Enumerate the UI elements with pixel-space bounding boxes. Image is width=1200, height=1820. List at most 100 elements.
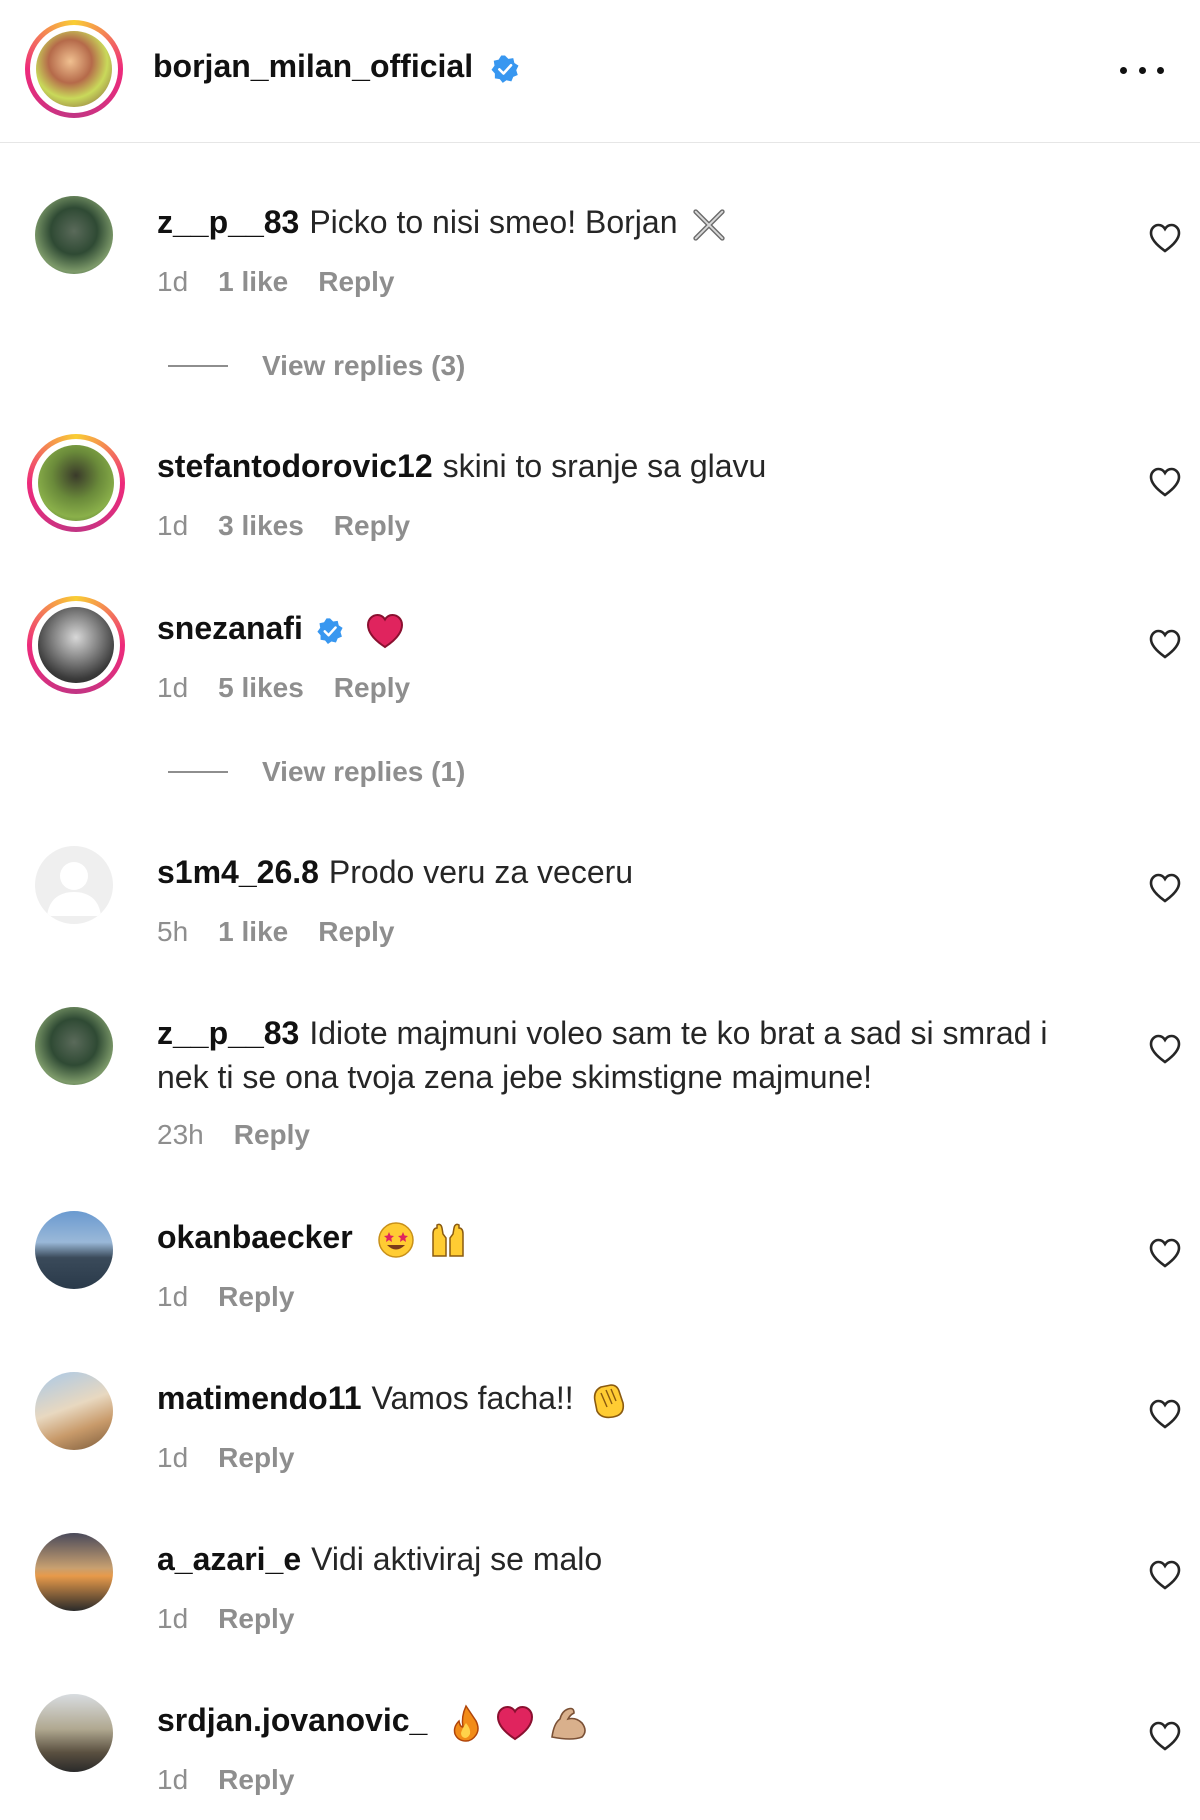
crossed-swords-icon: [693, 208, 726, 241]
commenter-avatar[interactable]: [35, 1694, 113, 1772]
owner-username[interactable]: borjan_milan_official: [153, 48, 473, 84]
reply-button[interactable]: Reply: [218, 1764, 294, 1796]
post-owner[interactable]: borjan_milan_official: [153, 48, 520, 85]
flexed-biceps-icon: [551, 1707, 586, 1740]
commenter-avatar[interactable]: [35, 1372, 113, 1450]
dot-icon: [1120, 66, 1127, 74]
default-avatar[interactable]: [35, 846, 113, 924]
comment-text: srdjan.jovanovic_: [157, 1698, 1087, 1743]
like-heart-icon[interactable]: [1148, 872, 1182, 904]
dot-icon: [1138, 66, 1146, 74]
commenter-username[interactable]: z__p__83: [157, 1015, 299, 1051]
comment-time[interactable]: 1d: [157, 1442, 188, 1474]
reply-button[interactable]: Reply: [318, 916, 394, 948]
comment-body: Vidi aktiviraj se malo: [311, 1541, 603, 1577]
comment-text: z__p__83 Picko to nisi smeo! Borjan: [157, 200, 1087, 244]
comment-time[interactable]: 1d: [157, 672, 188, 704]
comment-time[interactable]: 1d: [157, 510, 188, 542]
commenter-avatar[interactable]: [35, 1211, 113, 1289]
comment-meta: 1d Reply: [157, 1281, 294, 1313]
commenter-username[interactable]: snezanafi: [157, 610, 303, 646]
comment-body: skini to sranje sa glavu: [442, 448, 767, 484]
like-heart-icon[interactable]: [1148, 222, 1182, 254]
comment-time[interactable]: 23h: [157, 1119, 204, 1151]
comment-meta: 1d Reply: [157, 1764, 294, 1796]
commenter-username[interactable]: z__p__83: [157, 204, 299, 240]
like-heart-icon[interactable]: [1148, 466, 1182, 498]
comment-likes[interactable]: 3 likes: [218, 510, 304, 542]
comment-time[interactable]: 1d: [157, 1281, 188, 1313]
comment-likes[interactable]: 1 like: [218, 916, 288, 948]
raised-hands-icon: [432, 1223, 465, 1257]
star-struck-icon: [377, 1221, 414, 1258]
owner-avatar[interactable]: [36, 31, 112, 107]
like-heart-icon[interactable]: [1148, 1559, 1182, 1591]
commenter-avatar[interactable]: [35, 1533, 113, 1611]
like-heart-icon[interactable]: [1148, 1398, 1182, 1430]
comment-body: Vamos facha!!: [371, 1380, 574, 1416]
commenter-avatar[interactable]: [35, 196, 113, 274]
person-silhouette-icon: [47, 862, 101, 916]
view-replies-label[interactable]: View replies (3): [262, 350, 465, 382]
commenter-username[interactable]: matimendo11: [157, 1380, 362, 1416]
reply-button[interactable]: Reply: [318, 266, 394, 298]
comment-meta: 23h Reply: [157, 1119, 310, 1151]
comment-body: Prodo veru za veceru: [328, 854, 634, 890]
commenter-avatar[interactable]: [35, 1007, 113, 1085]
reply-button[interactable]: Reply: [218, 1442, 294, 1474]
comment-text: z__p__83 Idiote majmuni voleo sam te ko b…: [157, 1011, 1087, 1099]
commenter-username[interactable]: a_azari_e: [157, 1541, 301, 1577]
owner-avatar-ring[interactable]: [25, 20, 123, 118]
view-replies-button[interactable]: View replies (1): [168, 756, 465, 788]
red-heart-icon: [497, 1705, 534, 1740]
comment-meta: 1d 1 like Reply: [157, 266, 394, 298]
verified-icon: [317, 617, 343, 644]
comment-text: okanbaecker: [157, 1215, 1087, 1260]
reply-button[interactable]: Reply: [334, 672, 410, 704]
comment-text: a_azari_e Vidi aktiviraj se malo: [157, 1537, 1087, 1581]
more-options-button[interactable]: [1120, 50, 1164, 90]
post-header: borjan_milan_official: [0, 0, 1200, 143]
comment-text: s1m4_26.8 Prodo veru za veceru: [157, 850, 1087, 894]
red-heart-icon: [366, 613, 403, 648]
like-heart-icon[interactable]: [1148, 1033, 1182, 1065]
dot-icon: [1157, 66, 1164, 74]
reply-button[interactable]: Reply: [218, 1281, 294, 1313]
comment-body: Picko to nisi smeo! Borjan: [309, 204, 678, 240]
commenter-avatar-ring[interactable]: [27, 434, 125, 532]
comment-meta: 5h 1 like Reply: [157, 916, 394, 948]
view-replies-button[interactable]: View replies (3): [168, 350, 465, 382]
verified-icon: [491, 55, 519, 83]
comment-time[interactable]: 1d: [157, 1603, 188, 1635]
comment-likes[interactable]: 5 likes: [218, 672, 304, 704]
like-heart-icon[interactable]: [1148, 1237, 1182, 1269]
commenter-username[interactable]: stefantodorovic12: [157, 448, 433, 484]
view-replies-label[interactable]: View replies (1): [262, 756, 465, 788]
reply-button[interactable]: Reply: [334, 510, 410, 542]
comment-time[interactable]: 1d: [157, 266, 188, 298]
comment-text: stefantodorovic12 skini to sranje sa glav…: [157, 444, 1087, 488]
comment-meta: 1d Reply: [157, 1442, 294, 1474]
comment-likes[interactable]: 1 like: [218, 266, 288, 298]
comment-text: matimendo11 Vamos facha!!: [157, 1376, 1087, 1421]
clapping-hands-icon: [593, 1383, 624, 1418]
comment-meta: 1d 5 likes Reply: [157, 672, 410, 704]
comment-meta: 1d Reply: [157, 1603, 294, 1635]
commenter-username[interactable]: okanbaecker: [157, 1219, 353, 1255]
replies-divider: [168, 365, 228, 367]
replies-divider: [168, 771, 228, 773]
fire-icon: [453, 1704, 479, 1742]
reply-button[interactable]: Reply: [234, 1119, 310, 1151]
commenter-avatar-ring[interactable]: [27, 596, 125, 694]
commenter-username[interactable]: srdjan.jovanovic_: [157, 1702, 427, 1738]
commenter-avatar[interactable]: [38, 445, 114, 521]
comment-text: snezanafi: [157, 606, 1087, 650]
commenter-username[interactable]: s1m4_26.8: [157, 854, 319, 890]
comment-time[interactable]: 5h: [157, 916, 188, 948]
like-heart-icon[interactable]: [1148, 628, 1182, 660]
reply-button[interactable]: Reply: [218, 1603, 294, 1635]
comment-meta: 1d 3 likes Reply: [157, 510, 410, 542]
like-heart-icon[interactable]: [1148, 1720, 1182, 1752]
comment-time[interactable]: 1d: [157, 1764, 188, 1796]
commenter-avatar[interactable]: [38, 607, 114, 683]
